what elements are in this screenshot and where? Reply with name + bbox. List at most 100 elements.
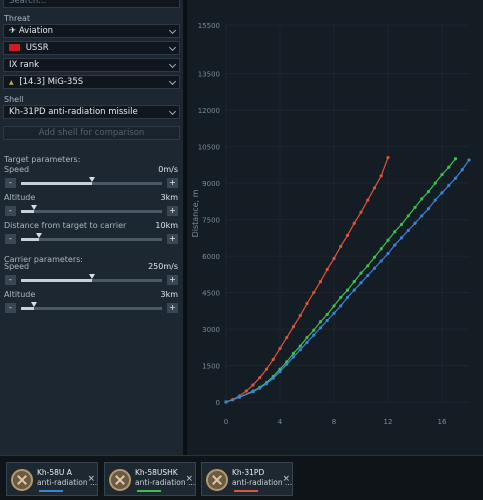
- data-point: [325, 312, 329, 317]
- vehicle-select[interactable]: ▲ [14.3] MiG-35S: [3, 75, 180, 89]
- data-point: [339, 244, 343, 248]
- slider-track[interactable]: [21, 302, 162, 310]
- data-point: [318, 280, 323, 284]
- data-point: [467, 158, 471, 162]
- x-tick-label: 16: [438, 418, 447, 426]
- decrement-button[interactable]: -: [5, 234, 16, 244]
- data-point: [271, 376, 275, 380]
- slider-thumb[interactable]: [88, 274, 95, 279]
- chevron-down-icon: [168, 43, 177, 52]
- close-icon[interactable]: ×: [185, 474, 193, 484]
- threat-type-select[interactable]: ✈ Aviation: [3, 24, 180, 38]
- data-point: [453, 157, 458, 161]
- data-point: [345, 233, 350, 237]
- data-point: [352, 288, 356, 292]
- data-point: [426, 207, 431, 211]
- data-point: [393, 243, 397, 247]
- y-tick-label: 4500: [202, 290, 220, 298]
- x-tick-label: 8: [332, 418, 336, 426]
- data-point: [318, 320, 323, 324]
- data-point: [298, 314, 302, 318]
- slider-thumb[interactable]: [36, 233, 43, 238]
- data-point: [379, 174, 383, 178]
- comparison-card[interactable]: Kh-31PD anti-radiation ... ×: [201, 462, 293, 496]
- data-point: [406, 228, 410, 233]
- shell-select[interactable]: Kh-31PD anti-radiation missile: [3, 105, 180, 119]
- increment-button[interactable]: +: [167, 206, 178, 216]
- close-icon[interactable]: ×: [282, 474, 290, 484]
- comparison-card[interactable]: Kh-58USHK anti-radiation ... ×: [104, 462, 196, 496]
- data-point: [237, 395, 242, 399]
- increment-button[interactable]: +: [167, 275, 178, 285]
- increment-button[interactable]: +: [167, 234, 178, 244]
- data-point: [325, 267, 329, 272]
- comparison-card[interactable]: Kh-58U Aanti-radiation ... ×: [6, 462, 98, 496]
- card-title: Kh-58USHK: [135, 468, 178, 477]
- slider-track[interactable]: [21, 233, 162, 241]
- data-point: [312, 333, 316, 337]
- data-point: [372, 266, 377, 270]
- data-point: [413, 221, 417, 225]
- increment-button[interactable]: +: [167, 303, 178, 313]
- slider-value: 10km: [155, 221, 178, 230]
- series-color-marker: [234, 490, 258, 492]
- slider-value: 0m/s: [158, 165, 178, 174]
- series-color-marker: [39, 490, 63, 492]
- data-point: [285, 362, 289, 366]
- decrement-button[interactable]: -: [5, 206, 16, 216]
- data-point: [312, 328, 316, 332]
- data-point: [352, 280, 356, 284]
- y-tick-label: 12000: [198, 107, 220, 115]
- data-point: [433, 181, 437, 185]
- y-tick-label: 13500: [198, 71, 220, 79]
- y-tick-label: 15500: [198, 22, 220, 30]
- vehicle-value: [14.3] MiG-35S: [19, 77, 84, 87]
- country-value: USSR: [25, 43, 49, 53]
- data-point: [386, 252, 390, 256]
- threat-label: Threat: [4, 14, 31, 23]
- slider-track[interactable]: [21, 205, 162, 213]
- decrement-button[interactable]: -: [5, 178, 16, 188]
- country-select[interactable]: USSR: [3, 41, 180, 55]
- close-icon[interactable]: ×: [87, 474, 95, 484]
- slider-thumb[interactable]: [30, 205, 37, 210]
- data-point: [413, 205, 417, 210]
- data-point: [426, 190, 431, 194]
- slider-thumb[interactable]: [30, 302, 37, 307]
- slider-label: Distance from target to carrier: [4, 221, 127, 230]
- slider-fill: [21, 238, 40, 241]
- ussr-flag-icon: [9, 44, 20, 51]
- slider-value: 3km: [160, 193, 178, 202]
- y-axis-label: Distance, m: [191, 189, 200, 237]
- x-tick-label: 12: [384, 418, 393, 426]
- data-point: [359, 281, 363, 285]
- y-tick-label: 7500: [202, 217, 220, 225]
- decrement-button[interactable]: -: [5, 303, 16, 313]
- search-input[interactable]: Search...: [3, 0, 180, 8]
- data-point: [372, 186, 377, 190]
- y-tick-label: 6000: [202, 253, 220, 261]
- missile-emblem-icon: [206, 469, 228, 491]
- slider-thumb[interactable]: [88, 177, 95, 182]
- y-tick-label: 3000: [202, 326, 220, 334]
- data-point: [332, 304, 336, 308]
- data-point: [453, 176, 458, 180]
- data-point: [258, 386, 262, 390]
- slider-track[interactable]: [21, 177, 162, 185]
- data-point: [271, 357, 275, 362]
- data-point: [399, 222, 404, 227]
- add-shell-button[interactable]: Add shell for comparison: [3, 126, 180, 140]
- y-tick-label: 1500: [202, 363, 220, 371]
- rank-select[interactable]: IX rank: [3, 58, 180, 72]
- decrement-button[interactable]: -: [5, 275, 16, 285]
- shell-value: Kh-31PD anti-radiation missile: [9, 107, 138, 117]
- data-point: [305, 335, 309, 340]
- data-point: [366, 273, 370, 278]
- distance-chart: 0 1500 3000 4500 6000 7500 9000 10500 12000 13500…: [187, 0, 483, 455]
- increment-button[interactable]: +: [167, 178, 178, 188]
- data-point: [291, 351, 296, 355]
- data-point: [359, 210, 363, 214]
- data-point: [386, 238, 390, 242]
- slider-track[interactable]: [21, 274, 162, 282]
- data-point: [345, 288, 350, 292]
